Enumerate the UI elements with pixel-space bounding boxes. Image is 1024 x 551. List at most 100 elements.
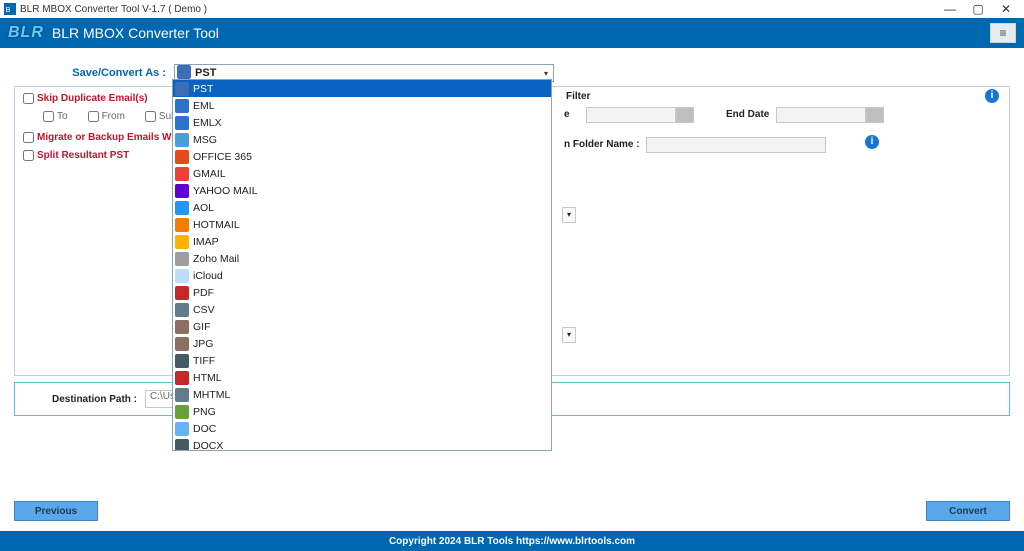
skip-duplicate-checkbox[interactable]: Skip Duplicate Email(s) (23, 93, 148, 104)
start-date-input[interactable] (586, 107, 676, 123)
start-date-label-partial: e (564, 109, 570, 120)
format-option-icloud[interactable]: iCloud (173, 267, 551, 284)
svg-text:B: B (6, 5, 11, 14)
format-option-label: HTML (193, 372, 222, 384)
eml-icon (175, 99, 189, 113)
imap-icon (175, 235, 189, 249)
format-option-html[interactable]: HTML (173, 369, 551, 386)
format-option-label: HOTMAIL (193, 219, 240, 231)
app-logo: BLR (8, 24, 44, 42)
filter-header: Filter (566, 91, 590, 102)
end-date-input[interactable] (776, 107, 866, 123)
pst-icon (175, 82, 189, 96)
tiff-icon (175, 354, 189, 368)
format-option-gmail[interactable]: GMAIL (173, 165, 551, 182)
save-as-selected: PST (195, 67, 216, 79)
mhtml-icon (175, 388, 189, 402)
app-header: BLR BLR MBOX Converter Tool ≡ (0, 18, 1024, 48)
format-option-label: JPG (193, 338, 213, 350)
split-label: Split Resultant PST (37, 150, 129, 161)
chevron-down-icon: ▾ (539, 69, 553, 78)
convert-button[interactable]: Convert (926, 501, 1010, 521)
folder-name-label-partial: n Folder Name : (564, 139, 640, 150)
doc-icon (175, 422, 189, 436)
format-option-label: AOL (193, 202, 214, 214)
hotmail-icon (175, 218, 189, 232)
minimize-button[interactable]: — (936, 2, 964, 16)
destination-label: Destination Path : (25, 394, 145, 405)
split-resultant-checkbox[interactable]: Split Resultant PST (23, 150, 129, 161)
format-option-aol[interactable]: AOL (173, 199, 551, 216)
emlx-icon (175, 116, 189, 130)
footer-text: Copyright 2024 BLR Tools https://www.blr… (389, 536, 635, 547)
format-option-label: TIFF (193, 355, 215, 367)
app-title: BLR MBOX Converter Tool (52, 25, 219, 41)
jpg-icon (175, 337, 189, 351)
collapsed-dropdown-caret-1[interactable]: ▾ (562, 207, 576, 223)
end-date-label: End Date (726, 109, 769, 120)
format-option-pdf[interactable]: PDF (173, 284, 551, 301)
save-as-label: Save/Convert As : (14, 67, 174, 79)
format-option-hotmail[interactable]: HOTMAIL (173, 216, 551, 233)
format-option-imap[interactable]: IMAP (173, 233, 551, 250)
format-option-emlx[interactable]: EMLX (173, 114, 551, 131)
format-option-label: MSG (193, 134, 217, 146)
html-icon (175, 371, 189, 385)
format-option-jpg[interactable]: JPG (173, 335, 551, 352)
format-option-doc[interactable]: DOC (173, 420, 551, 437)
info-icon[interactable]: i (985, 89, 999, 103)
format-option-gif[interactable]: GIF (173, 318, 551, 335)
from-label: From (102, 111, 125, 122)
format-option-label: EMLX (193, 117, 222, 129)
maximize-button[interactable]: ▢ (964, 2, 992, 16)
msg-icon (175, 133, 189, 147)
format-option-label: MHTML (193, 389, 230, 401)
window-title: BLR MBOX Converter Tool V-1.7 ( Demo ) (20, 4, 207, 15)
format-option-label: GMAIL (193, 168, 226, 180)
format-option-office-365[interactable]: OFFICE 365 (173, 148, 551, 165)
format-option-label: Zoho Mail (193, 253, 239, 265)
format-option-mhtml[interactable]: MHTML (173, 386, 551, 403)
icloud-icon (175, 269, 189, 283)
hamburger-menu-button[interactable]: ≡ (990, 23, 1016, 43)
info-icon-folder[interactable]: i (865, 135, 879, 149)
format-option-label: GIF (193, 321, 211, 333)
gif-icon (175, 320, 189, 334)
pst-icon (177, 65, 191, 79)
format-option-label: PST (193, 83, 213, 95)
previous-button[interactable]: Previous (14, 501, 98, 521)
pdf-icon (175, 286, 189, 300)
format-option-zoho-mail[interactable]: Zoho Mail (173, 250, 551, 267)
format-option-msg[interactable]: MSG (173, 131, 551, 148)
start-date-picker-button[interactable] (676, 107, 694, 123)
format-option-png[interactable]: PNG (173, 403, 551, 420)
format-option-label: IMAP (193, 236, 219, 248)
office-365-icon (175, 150, 189, 164)
format-option-label: PNG (193, 406, 216, 418)
collapsed-dropdown-caret-2[interactable]: ▾ (562, 327, 576, 343)
end-date-picker-button[interactable] (866, 107, 884, 123)
folder-name-input[interactable] (646, 137, 826, 153)
format-option-label: DOCX (193, 440, 223, 452)
format-option-label: EML (193, 100, 215, 112)
to-label: To (57, 111, 68, 122)
png-icon (175, 405, 189, 419)
format-option-tiff[interactable]: TIFF (173, 352, 551, 369)
format-option-label: YAHOO MAIL (193, 185, 258, 197)
skip-duplicate-label: Skip Duplicate Email(s) (37, 93, 148, 104)
csv-icon (175, 303, 189, 317)
to-checkbox[interactable]: To (43, 111, 68, 122)
format-option-pst[interactable]: PST (173, 80, 551, 97)
zoho-mail-icon (175, 252, 189, 266)
close-button[interactable]: ✕ (992, 2, 1020, 16)
format-option-csv[interactable]: CSV (173, 301, 551, 318)
format-option-yahoo-mail[interactable]: YAHOO MAIL (173, 182, 551, 199)
footer-bar: Copyright 2024 BLR Tools https://www.blr… (0, 531, 1024, 551)
gmail-icon (175, 167, 189, 181)
format-option-docx[interactable]: DOCX (173, 437, 551, 451)
format-option-eml[interactable]: EML (173, 97, 551, 114)
app-icon: B (4, 3, 16, 15)
format-option-label: iCloud (193, 270, 223, 282)
from-checkbox[interactable]: From (88, 111, 125, 122)
format-dropdown-list[interactable]: PST EML EMLX MSG OFFICE 365 GMAIL YAHOO MAIL AO… (172, 79, 552, 451)
